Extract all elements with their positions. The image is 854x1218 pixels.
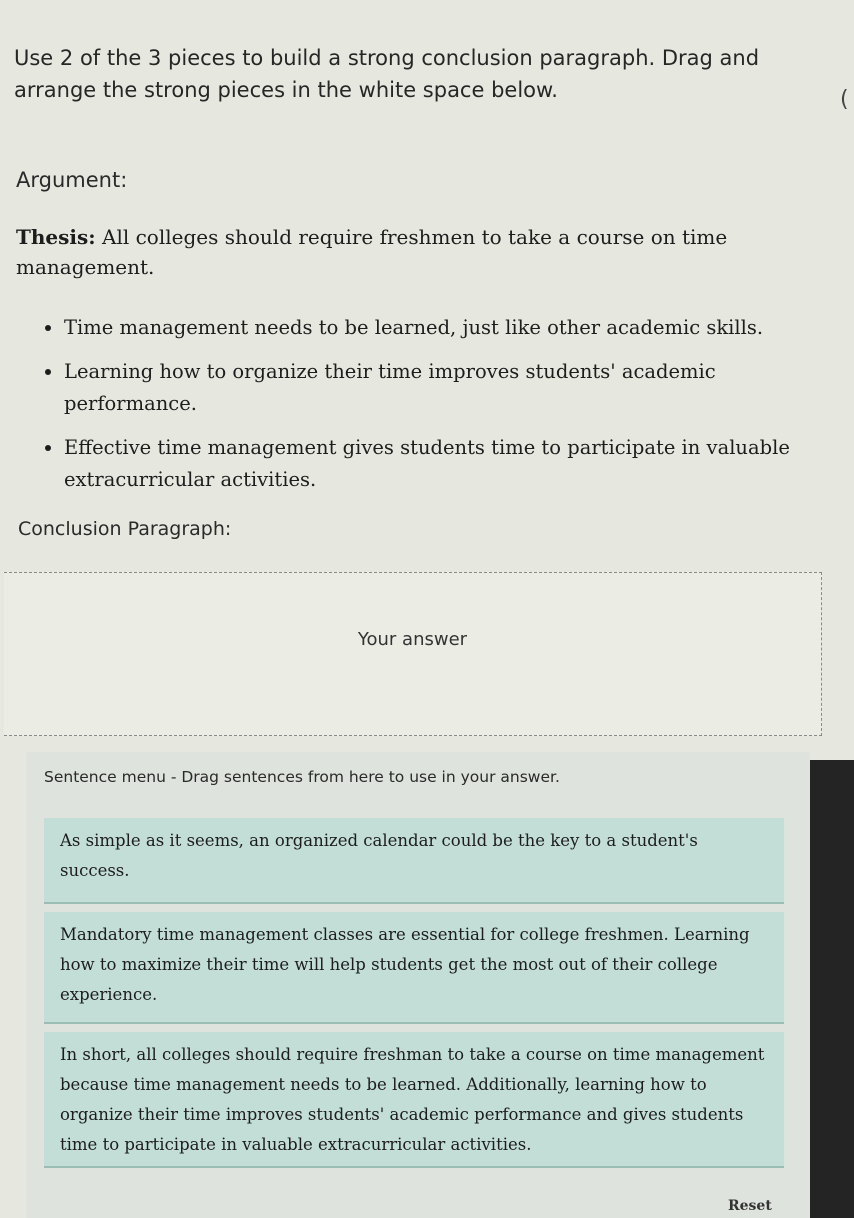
reset-button[interactable]: Reset	[728, 1198, 772, 1214]
conclusion-heading: Conclusion Paragraph:	[18, 518, 232, 540]
sentence-option-2[interactable]: Mandatory time management classes are es…	[44, 912, 784, 1024]
sentence-option-3[interactable]: In short, all colleges should require fr…	[44, 1032, 784, 1168]
instructions-text: Use 2 of the 3 pieces to build a strong …	[14, 46, 760, 102]
answer-placeholder: Your answer	[357, 629, 468, 650]
argument-point: Learning how to organize their time impr…	[64, 356, 834, 420]
answer-drop-zone[interactable]: Your answer	[4, 572, 822, 736]
thesis-statement: Thesis: All colleges should require fres…	[16, 222, 796, 282]
argument-point: Effective time management gives students…	[64, 432, 834, 496]
dark-edge	[810, 760, 854, 1218]
sentence-option-1[interactable]: As simple as it seems, an organized cale…	[44, 818, 784, 904]
thesis-label: Thesis:	[16, 225, 96, 249]
argument-heading: Argument:	[16, 168, 128, 192]
argument-point: Time management needs to be learned, jus…	[64, 312, 834, 344]
sentence-menu-label: Sentence menu - Drag sentences from here…	[44, 768, 560, 786]
activity-page: ( Use 2 of the 3 pieces to build a stron…	[0, 0, 854, 1218]
thesis-text: All colleges should require freshmen to …	[16, 225, 728, 279]
partial-bracket-glyph: (	[840, 87, 849, 112]
sentence-menu: Sentence menu - Drag sentences from here…	[26, 752, 810, 1218]
argument-points-list: Time management needs to be learned, jus…	[34, 312, 834, 508]
